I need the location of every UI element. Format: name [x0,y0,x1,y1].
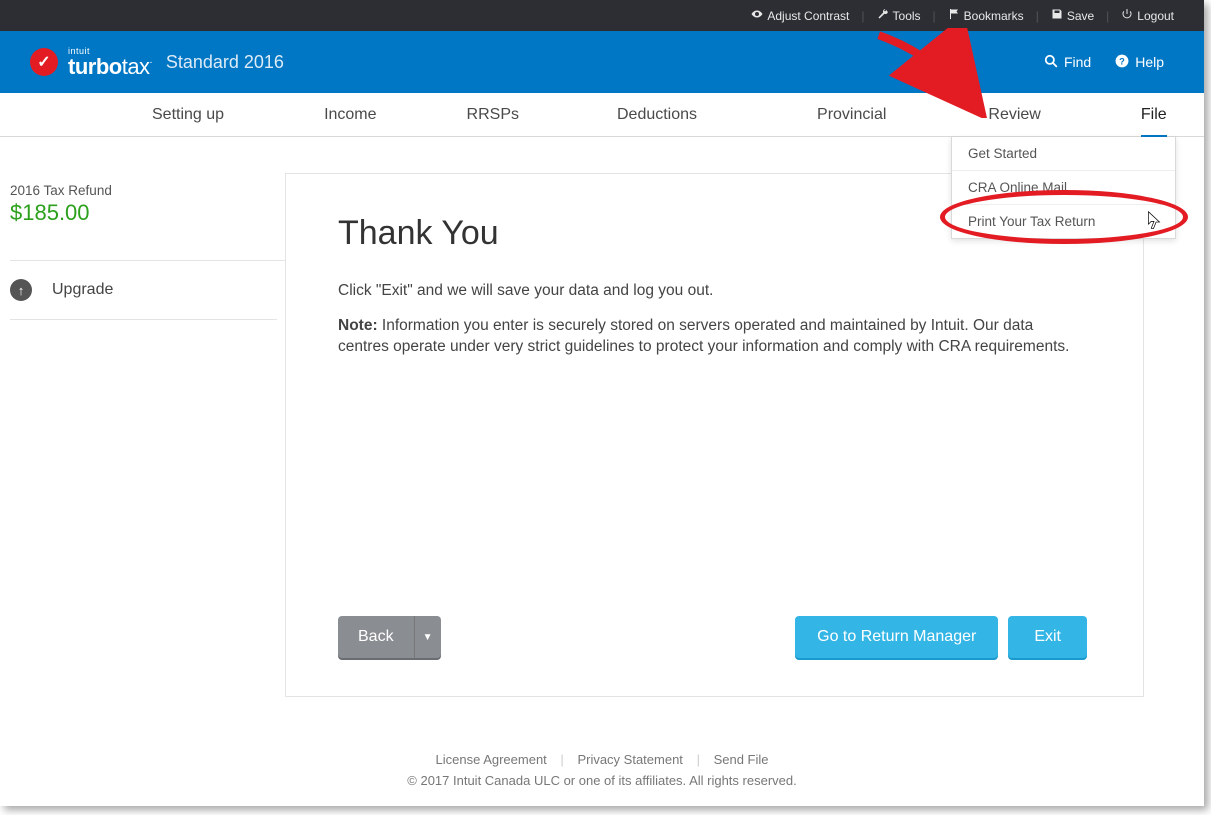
turbotax-label: turbotax. [68,56,152,78]
bookmarks-label: Bookmarks [964,9,1024,23]
save-label: Save [1067,9,1094,23]
save-icon [1051,8,1063,23]
separator: | [1104,9,1111,23]
cursor-icon [1147,211,1161,229]
exit-instruction-text: Click "Exit" and we will save your data … [338,281,1087,302]
exit-button[interactable]: Exit [1008,616,1087,658]
upgrade-label: Upgrade [52,281,113,299]
help-link[interactable]: ? Help [1115,54,1164,71]
logout-link[interactable]: Logout [1111,8,1184,23]
return-manager-button[interactable]: Go to Return Manager [795,616,998,658]
brand-text: intuit turbotax. [68,47,152,78]
tab-file[interactable]: File [1121,93,1187,137]
back-button-group: Back ▼ [338,616,441,658]
footer: License Agreement | Privacy Statement | … [0,752,1204,788]
save-link[interactable]: Save [1041,8,1104,23]
flag-icon [948,8,960,23]
send-file-link[interactable]: Send File [704,752,779,767]
wrench-icon [877,8,889,23]
license-agreement-link[interactable]: License Agreement [426,752,557,767]
separator: | [859,9,866,23]
tools-link[interactable]: Tools [867,8,931,23]
tools-label: Tools [893,9,921,23]
svg-text:?: ? [1119,56,1125,66]
refund-amount: $185.00 [10,200,285,226]
back-dropdown-button[interactable]: ▼ [415,616,441,658]
tab-setting-up[interactable]: Setting up [132,93,244,137]
logout-label: Logout [1137,9,1174,23]
find-link[interactable]: Find [1044,54,1091,71]
refund-year-label: 2016 Tax Refund [10,183,285,198]
note-label: Note: [338,317,378,334]
main-tabs: Setting up Income RRSPs Deductions Provi… [0,93,1204,137]
file-menu-get-started[interactable]: Get Started [952,137,1175,171]
help-label: Help [1135,54,1164,70]
privacy-statement-link[interactable]: Privacy Statement [567,752,693,767]
file-menu-cra-online-mail[interactable]: CRA Online Mail [952,171,1175,205]
tab-provincial[interactable]: Provincial [797,93,906,137]
tab-rrsps[interactable]: RRSPs [447,93,539,137]
product-edition: Standard 2016 [166,52,284,73]
brand-bar: ✓ intuit turbotax. Standard 2016 Find ? … [0,31,1204,93]
note-body: Information you enter is securely stored… [338,317,1069,355]
copyright-text: © 2017 Intuit Canada ULC or one of its a… [0,773,1204,788]
tab-income[interactable]: Income [304,93,396,137]
adjust-contrast-link[interactable]: Adjust Contrast [741,8,859,23]
file-menu-print-tax-return[interactable]: Print Your Tax Return [952,205,1175,238]
bookmarks-link[interactable]: Bookmarks [938,8,1034,23]
adjust-contrast-label: Adjust Contrast [767,9,849,23]
upgrade-link[interactable]: ↑ Upgrade [10,279,277,320]
find-label: Find [1064,54,1091,70]
help-icon: ? [1115,54,1129,71]
divider [10,260,285,261]
tab-deductions[interactable]: Deductions [597,93,717,137]
sidebar: 2016 Tax Refund $185.00 ↑ Upgrade [0,137,285,806]
file-menu-print-label: Print Your Tax Return [968,214,1095,229]
tab-review[interactable]: Review [968,93,1060,137]
utility-bar: Adjust Contrast | Tools | Bookmarks | Sa… [0,0,1204,31]
main-card: Thank You Click "Exit" and we will save … [285,173,1144,697]
search-icon [1044,54,1058,71]
upgrade-arrow-icon: ↑ [10,279,32,301]
brand-logo-group: ✓ intuit turbotax. Standard 2016 [30,47,284,78]
file-dropdown: Get Started CRA Online Mail Print Your T… [951,137,1176,239]
turbotax-badge-icon: ✓ [30,48,58,76]
separator: | [1034,9,1041,23]
power-icon [1121,8,1133,23]
eye-icon [751,8,763,23]
note-text: Note: Information you enter is securely … [338,316,1087,358]
separator: | [931,9,938,23]
back-button[interactable]: Back [338,616,415,658]
